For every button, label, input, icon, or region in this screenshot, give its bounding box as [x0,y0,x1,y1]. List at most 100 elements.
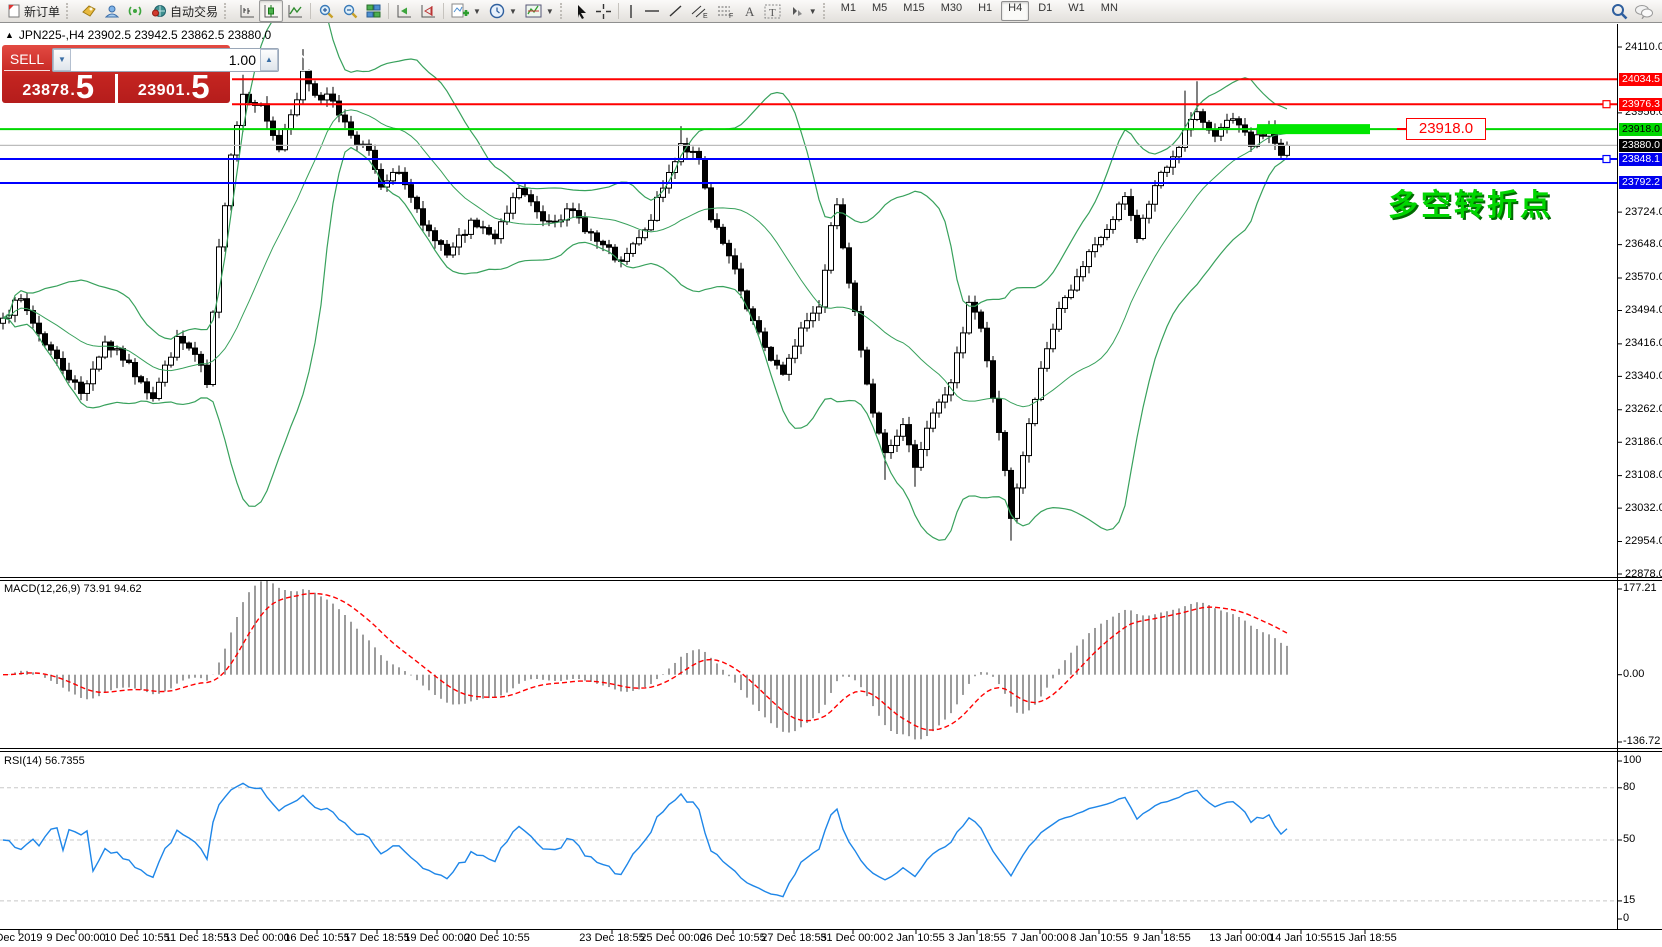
buy-price-main: 23901 [138,82,185,100]
chart-shift-icon [420,4,436,18]
fibonacci-button[interactable]: F [713,0,739,22]
time-axis-label: 3 Jan 18:55 [948,932,1006,944]
search-icon[interactable] [1611,3,1628,20]
equidistant-channel-icon: E [691,4,709,19]
templates-button[interactable]: ▼ [521,0,558,22]
horizontal-line-button[interactable] [640,0,664,22]
new-order-button[interactable]: 新订单 [4,0,64,22]
time-axis-label: 13 Dec 00:00 [224,932,289,944]
line-chart-icon [287,4,303,18]
auto-scroll-button[interactable] [392,0,416,22]
macd-label: MACD(12,26,9) 73.91 94.62 [4,583,142,595]
timeframe-button-h4[interactable]: H4 [1001,1,1029,21]
price-tick-label: 23108.0 [1625,469,1662,481]
time-axis-label: 19 Dec 00:00 [404,932,469,944]
cursor-button[interactable] [571,0,592,22]
time-axis-label: 27 Dec 18:55 [761,932,826,944]
market-watch-button[interactable] [77,0,101,22]
chat-icon[interactable] [1634,4,1654,19]
buy-price-frac: 5 [191,74,209,100]
main-toolbar: 新订单 自动交易 ▼ ▼ ▼ E F A T ▼ M1M5M15M30H1H4D… [0,0,1662,23]
bar-chart-button[interactable] [235,0,259,22]
timeframe-button-m1[interactable]: M1 [834,1,863,21]
time-axis-label: 9 Dec 00:00 [46,932,105,944]
rsi-label: RSI(14) 56.7355 [4,755,85,767]
timeframe-button-h1[interactable]: H1 [971,1,999,21]
price-tick-label: 23416.0 [1625,337,1662,349]
timeframe-button-m5[interactable]: M5 [865,1,894,21]
time-axis-label: 2 Jan 10:55 [887,932,945,944]
volume-decrease-button[interactable]: ▼ [53,49,71,71]
price-level-badge: 23848.1 [1619,153,1662,166]
toolbar-grip [224,3,233,19]
toolbar-separator [388,3,389,19]
time-axis-label: 14 Jan 10:55 [1269,932,1333,944]
tile-windows-icon [366,4,381,18]
chart-annotation-text: 多空转折点 [1388,180,1553,224]
add-indicator-icon [451,3,469,19]
timeframe-button-m15[interactable]: M15 [896,1,931,21]
text-icon: A [743,4,756,18]
periods-button[interactable]: ▼ [485,0,521,22]
svg-text:A: A [745,4,755,18]
vertical-line-button[interactable] [622,0,640,22]
sell-price[interactable]: 23878.5 [2,74,118,103]
svg-text:E: E [703,13,708,19]
timeframe-button-mn[interactable]: MN [1094,1,1125,21]
volume-increase-button[interactable]: ▲ [260,49,278,71]
price-callout[interactable]: 23918.0 [1406,118,1486,140]
vertical-line-icon [626,4,636,19]
signals-button[interactable] [124,0,147,22]
zoom-in-button[interactable] [314,0,338,22]
rsi-scale-label: 100 [1623,754,1641,766]
volume-input[interactable] [71,49,260,71]
toolbar-right-group [1611,3,1658,20]
text-button[interactable]: A [739,0,760,22]
cursor-icon [575,4,588,19]
candlestick-chart-button[interactable] [259,0,283,22]
timeframe-button-w1[interactable]: W1 [1061,1,1092,21]
price-tick-label: 22954.0 [1625,535,1662,547]
toolbar-grip [823,3,832,19]
dropdown-caret-icon: ▼ [809,7,817,16]
toolbar-separator [443,3,444,19]
time-axis-label: 15 Jan 18:55 [1333,932,1397,944]
price-tick-label: 23724.0 [1625,206,1662,218]
arrows-button[interactable]: ▼ [785,0,821,22]
trade-panel-price-row: 23878.5 23901.5 [2,74,230,103]
buy-button[interactable]: BUY [281,49,310,71]
autotrading-button[interactable]: 自动交易 [147,0,222,22]
zoom-out-button[interactable] [338,0,362,22]
crosshair-button[interactable] [592,0,615,22]
macd-scale-label: 177.21 [1623,582,1657,594]
price-tick-label: 23570.0 [1625,271,1662,283]
line-chart-button[interactable] [283,0,307,22]
trendline-button[interactable] [664,0,687,22]
horizontal-line-icon [644,4,660,18]
autotrading-icon [151,4,167,18]
price-tick-label: 23262.0 [1625,403,1662,415]
sell-button[interactable]: SELL [4,49,50,71]
equidistant-channel-button[interactable]: E [687,0,713,22]
auto-scroll-icon [396,4,412,18]
price-tick-label: 23186.0 [1625,436,1662,448]
price-tick-label: 22878.0 [1625,568,1662,580]
person-icon [105,4,120,18]
timeframe-button-m30[interactable]: M30 [934,1,969,21]
toolbar-grip [560,3,569,19]
text-label-button[interactable]: T [760,0,785,22]
indicators-button[interactable]: ▼ [447,0,485,22]
timeframe-group: M1M5M15M30H1H4D1W1MN [834,1,1125,21]
buy-price[interactable]: 23901.5 [118,74,231,103]
bar-chart-icon [239,4,255,18]
community-button[interactable] [101,0,124,22]
zoom-in-icon [318,4,334,19]
timeframe-button-d1[interactable]: D1 [1031,1,1059,21]
tile-windows-button[interactable] [362,0,385,22]
chart-shift-button[interactable] [416,0,440,22]
symbol-dropdown-arrow-icon[interactable]: ▲ [5,30,14,40]
price-tick-label: 23494.0 [1625,304,1662,316]
price-tag-icon [81,4,97,18]
macd-scale-label: -136.72 [1623,735,1660,747]
dropdown-caret-icon: ▼ [546,7,554,16]
